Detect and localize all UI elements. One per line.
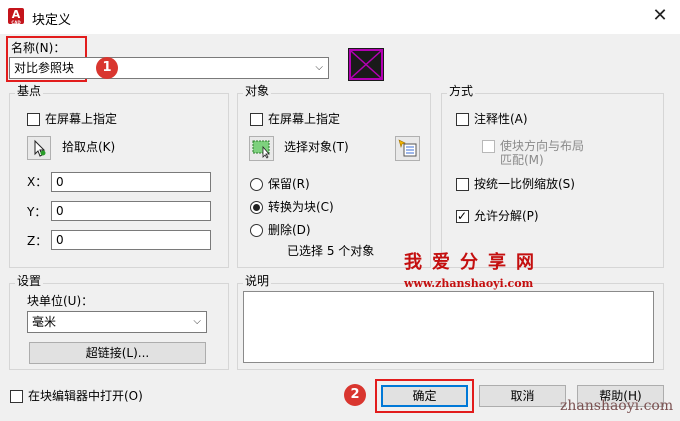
- y-coordinate-input[interactable]: 0: [51, 201, 211, 221]
- objects-specify-on-screen-label: 在屏幕上指定: [268, 112, 341, 126]
- z-coordinate-input[interactable]: 0: [51, 230, 211, 250]
- hyperlink-button[interactable]: 超链接(L)...: [29, 342, 206, 364]
- scale-uniformly-label: 按统一比例缩放(S): [474, 177, 575, 191]
- annotation-badge-1: 1: [96, 57, 118, 79]
- base-specify-on-screen-checkbox[interactable]: [27, 113, 40, 126]
- base-specify-on-screen-label: 在屏幕上指定: [45, 112, 118, 126]
- retain-label: 保留(R): [268, 177, 310, 191]
- quick-select-icon: [398, 139, 417, 157]
- annotation-badge-2: 2: [344, 384, 366, 406]
- convert-to-block-label: 转换为块(C): [268, 200, 334, 214]
- description-textarea[interactable]: [243, 291, 654, 363]
- select-objects-label: 选择对象(T): [284, 140, 349, 154]
- pick-point-icon: [34, 139, 46, 157]
- block-unit-value: 毫米: [32, 315, 57, 329]
- name-value: 对比参照块: [14, 61, 75, 75]
- convert-to-block-radio[interactable]: [250, 201, 263, 214]
- pick-point-label: 拾取点(K): [62, 140, 116, 154]
- match-orientation-checkbox: [482, 140, 495, 153]
- chevron-down-icon[interactable]: ⌵: [193, 312, 201, 332]
- delete-radio[interactable]: [250, 224, 263, 237]
- objects-specify-on-screen-checkbox[interactable]: [250, 113, 263, 126]
- selected-count-text: 已选择 5 个对象: [287, 244, 375, 258]
- retain-radio[interactable]: [250, 178, 263, 191]
- close-icon[interactable]: ✕: [648, 4, 672, 28]
- block-unit-dropdown[interactable]: 毫米 ⌵: [27, 311, 207, 333]
- objects-legend: 对象: [243, 84, 272, 98]
- x-label: X：: [27, 175, 48, 189]
- quick-select-button[interactable]: [395, 136, 420, 161]
- match-orientation-label-2: 匹配(M): [500, 153, 544, 167]
- pick-point-button[interactable]: [27, 136, 51, 160]
- scale-uniformly-checkbox[interactable]: [456, 178, 469, 191]
- name-label: 名称(N)：: [11, 41, 66, 55]
- delete-label: 删除(D): [268, 223, 311, 237]
- annotative-checkbox[interactable]: [456, 113, 469, 126]
- watermark-footer-url: zhanshaoyi.com: [560, 398, 674, 414]
- settings-legend: 设置: [15, 274, 44, 288]
- watermark-title: 我爱分享网: [404, 252, 544, 273]
- behavior-legend: 方式: [447, 84, 476, 98]
- block-unit-label: 块单位(U)：: [27, 294, 94, 308]
- name-combobox[interactable]: 对比参照块 ⌵: [9, 57, 329, 79]
- chevron-down-icon[interactable]: ⌵: [315, 58, 323, 78]
- autocad-app-icon: A CAD: [8, 8, 24, 25]
- app-icon-sub: CAD: [11, 20, 21, 25]
- block-preview-icon: [348, 48, 384, 81]
- ok-button[interactable]: 确定: [381, 385, 468, 407]
- base-point-legend: 基点: [15, 84, 44, 98]
- z-label: Z：: [27, 234, 48, 248]
- allow-exploding-checkbox[interactable]: [456, 209, 469, 223]
- x-coordinate-input[interactable]: 0: [51, 172, 211, 192]
- select-objects-button[interactable]: [249, 136, 274, 161]
- cancel-button[interactable]: 取消: [479, 385, 566, 407]
- y-label: Y：: [27, 205, 47, 219]
- open-in-block-editor-checkbox[interactable]: [10, 390, 23, 403]
- description-legend: 说明: [243, 274, 272, 288]
- allow-exploding-label: 允许分解(P): [474, 209, 539, 223]
- open-in-block-editor-label: 在块编辑器中打开(O): [28, 389, 143, 403]
- annotative-label: 注释性(A): [474, 112, 528, 126]
- window-title: 块定义: [32, 13, 72, 28]
- watermark-url: www.zhanshaoyi.com: [404, 277, 534, 290]
- title-bar: [0, 0, 680, 34]
- select-objects-icon: [252, 140, 270, 159]
